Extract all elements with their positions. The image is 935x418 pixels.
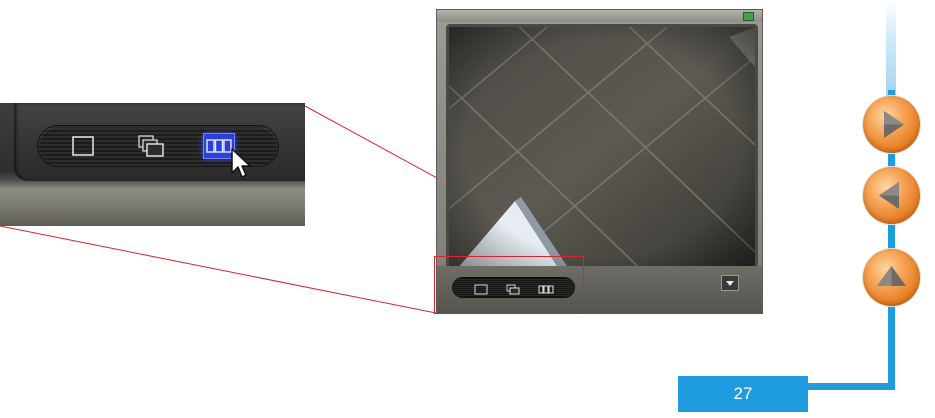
next-page-button[interactable] (863, 96, 920, 153)
nav-track-fade (886, 0, 896, 100)
dropdown-button[interactable] (721, 275, 739, 291)
page-number: 27 (678, 376, 808, 412)
player-titlebar (437, 10, 762, 22)
up-button[interactable] (863, 249, 920, 306)
video-display (446, 24, 758, 272)
chevron-down-icon (725, 274, 735, 292)
control-bar-highlight (434, 256, 584, 314)
video-frame (449, 27, 755, 269)
nav-track-horizontal (800, 383, 895, 390)
previous-page-button[interactable] (863, 167, 920, 224)
status-led-icon (743, 12, 754, 21)
